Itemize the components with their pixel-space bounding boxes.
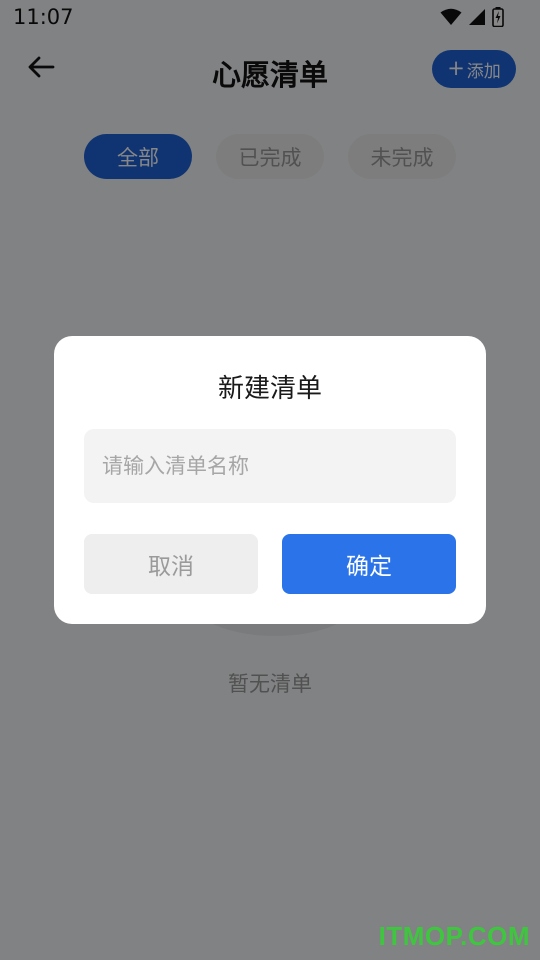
list-name-input[interactable] — [84, 429, 456, 503]
watermark: ITMOP.COM — [378, 921, 530, 951]
new-list-dialog: 新建清单 取消 确定 — [54, 336, 486, 624]
dialog-title: 新建清单 — [217, 374, 322, 404]
cancel-button[interactable]: 取消 — [84, 534, 258, 594]
confirm-button[interactable]: 确定 — [282, 534, 456, 594]
